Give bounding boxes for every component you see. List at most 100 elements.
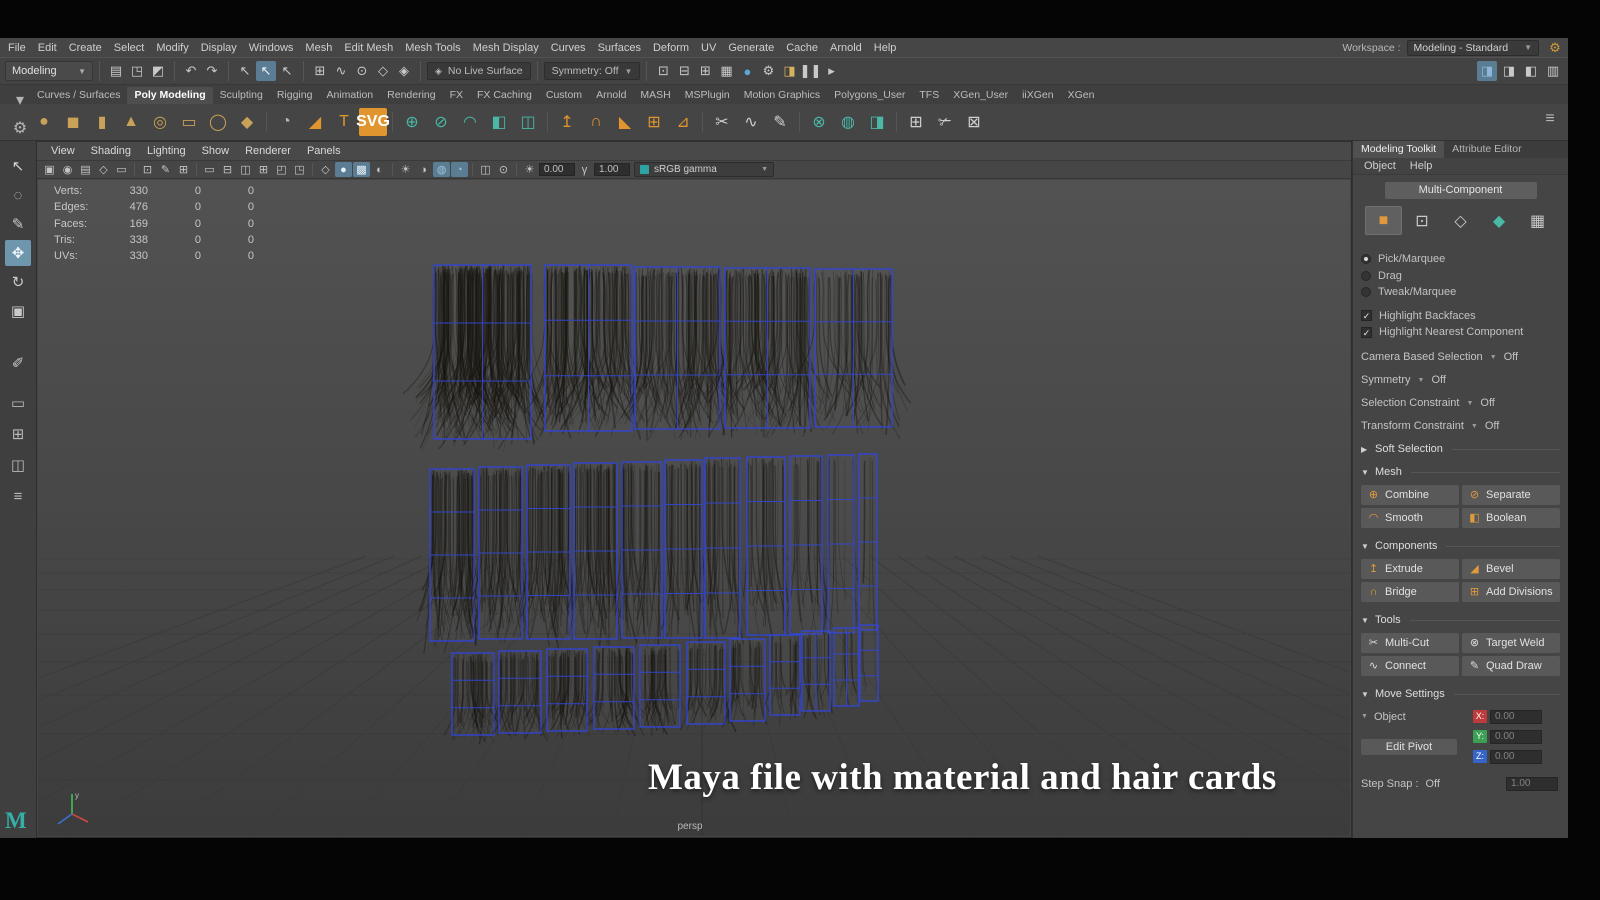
menu-file[interactable]: File xyxy=(2,40,32,56)
checkbox-highlight-nearest-component[interactable]: ✓ Highlight Nearest Component xyxy=(1361,324,1560,341)
ipr-render-icon[interactable]: ● xyxy=(737,61,757,81)
menu-mesh-tools[interactable]: Mesh Tools xyxy=(399,40,466,56)
bookmark-icon[interactable]: ◇ xyxy=(95,162,112,177)
multi-component-button[interactable]: Multi-Component xyxy=(1384,182,1537,199)
bevel-shelf-icon[interactable]: ◢ xyxy=(301,108,329,136)
paint-select-tool-icon[interactable]: ✎ xyxy=(5,211,31,237)
shelf-tab-poly-modeling[interactable]: Poly Modeling xyxy=(127,87,213,104)
shelf-tab-rigging[interactable]: Rigging xyxy=(270,87,320,104)
uv-mode-icon[interactable]: ▦ xyxy=(1519,206,1556,235)
face-mode-icon[interactable]: ◆ xyxy=(1481,206,1518,235)
combine-button[interactable]: ⊕ Combine xyxy=(1361,484,1459,505)
symmetry-dropdown[interactable]: Symmetry ▼ Off xyxy=(1361,369,1560,392)
poly-plane-icon[interactable]: ▭ xyxy=(175,108,203,136)
poly-platonic-icon[interactable]: ◆ xyxy=(233,108,261,136)
reduce-icon[interactable]: ◨ xyxy=(863,108,891,136)
camera-attributes-icon[interactable]: ▤ xyxy=(77,162,94,177)
render-view-icon[interactable]: ⊡ xyxy=(653,61,673,81)
move-tool-icon[interactable]: ✥ xyxy=(5,240,31,266)
shelf-tab-tfs[interactable]: TFS xyxy=(912,87,946,104)
shelf-tab-fx-caching[interactable]: FX Caching xyxy=(470,87,539,104)
menu-deform[interactable]: Deform xyxy=(647,40,695,56)
perspective-viewport[interactable]: View Shading Lighting Show Renderer Panels ▣ ◉… xyxy=(36,141,1352,838)
separate-button[interactable]: ⊘ Separate xyxy=(1462,484,1560,505)
lighting-icon[interactable]: ☀ xyxy=(397,162,414,177)
select-tool-icon[interactable]: ↖ xyxy=(5,153,31,179)
poly-cone-icon[interactable]: ▲ xyxy=(117,108,145,136)
menu-create[interactable]: Create xyxy=(63,40,108,56)
single-pane-layout-icon[interactable]: ▭ xyxy=(5,390,31,416)
svg-icon[interactable]: SVG xyxy=(356,108,390,136)
wedge-icon[interactable]: ⊿ xyxy=(669,108,697,136)
selection-constraint-dropdown[interactable]: Selection Constraint ▼ Off xyxy=(1361,392,1560,415)
symmetry-selector[interactable]: Symmetry: Off ▼ xyxy=(543,62,641,80)
lattice-icon[interactable]: ⊞ xyxy=(902,108,930,136)
menu-generate[interactable]: Generate xyxy=(722,40,780,56)
safe-title-icon[interactable]: ◳ xyxy=(291,162,308,177)
shelf-tab-arnold[interactable]: Arnold xyxy=(589,87,633,104)
viewport-canvas[interactable]: Verts: 330 0 0 Edges: 476 0 0 Faces: 169 0 0 Tris: 33… xyxy=(38,180,1350,836)
shadows-icon[interactable]: ◑ xyxy=(415,162,432,177)
toggle-attribute-editor-icon[interactable]: ◨ xyxy=(1499,61,1519,81)
multi-cut-button[interactable]: ✂ Multi-Cut xyxy=(1361,632,1459,653)
field-chart-icon[interactable]: ⊞ xyxy=(255,162,272,177)
shelf-tab-fx[interactable]: FX xyxy=(443,87,470,104)
gate-mask-icon[interactable]: ◫ xyxy=(237,162,254,177)
toolkit-menu-help[interactable]: Help xyxy=(1403,159,1440,173)
gamma-field[interactable]: 1.00 xyxy=(594,163,630,176)
edge-mode-icon[interactable]: ◇ xyxy=(1442,206,1479,235)
select-hierarchy-icon[interactable]: ↖ xyxy=(277,61,297,81)
interactive-playback-icon[interactable]: ▸ xyxy=(821,61,841,81)
make-live-icon[interactable]: ◈ xyxy=(394,61,414,81)
cut-faces-icon[interactable]: ✃ xyxy=(931,108,959,136)
menu-set-selector[interactable]: Modeling ▼ xyxy=(5,61,93,81)
texture-view-icon[interactable]: ▦ xyxy=(716,61,736,81)
shelf-tab-xgen-user[interactable]: XGen_User xyxy=(946,87,1015,104)
exposure-field[interactable]: 0.00 xyxy=(539,163,575,176)
object-mode-icon[interactable]: ■ xyxy=(1365,206,1402,235)
camera-based-selection-dropdown[interactable]: Camera Based Selection ▼ Off xyxy=(1361,346,1560,369)
menu-uv[interactable]: UV xyxy=(695,40,722,56)
shelf-tab-mash[interactable]: MASH xyxy=(633,87,677,104)
snap-plane-icon[interactable]: ◇ xyxy=(373,61,393,81)
shelf-tab-polygons-user[interactable]: Polygons_User xyxy=(827,87,912,104)
panel-menu-panels[interactable]: Panels xyxy=(299,144,349,158)
translate-z-field[interactable]: 0.00 xyxy=(1490,749,1542,764)
redo-icon[interactable]: ↷ xyxy=(202,61,222,81)
shelf-gear-icon[interactable]: ⚙ xyxy=(6,114,34,142)
quad-draw-button[interactable]: ✎ Quad Draw xyxy=(1462,655,1560,676)
toolkit-menu-object[interactable]: Object xyxy=(1357,159,1403,173)
add-divisions-shelf-icon[interactable]: ⊞ xyxy=(640,108,668,136)
poly-cube-icon[interactable]: ◼ xyxy=(59,108,87,136)
panel-menu-lighting[interactable]: Lighting xyxy=(139,144,194,158)
poly-torus-icon[interactable]: ◎ xyxy=(146,108,174,136)
smooth-mesh-icon[interactable]: ◍ xyxy=(834,108,862,136)
textured-mode-icon[interactable]: ▩ xyxy=(353,162,370,177)
new-scene-icon[interactable]: ▤ xyxy=(106,61,126,81)
move-axis-selector[interactable]: ▼ Object xyxy=(1361,708,1465,726)
extrude-shelf-icon[interactable]: ↥ xyxy=(553,108,581,136)
snap-curve-icon[interactable]: ∿ xyxy=(331,61,351,81)
target-weld-button[interactable]: ⊗ Target Weld xyxy=(1462,632,1560,653)
snap-point-icon[interactable]: ⊙ xyxy=(352,61,372,81)
open-scene-icon[interactable]: ◳ xyxy=(127,61,147,81)
extrude-button[interactable]: ↥ Extrude xyxy=(1361,558,1459,579)
bridge-shelf-icon[interactable]: ∩ xyxy=(582,108,610,136)
menu-cache[interactable]: Cache xyxy=(780,40,824,56)
edit-pivot-button[interactable]: Edit Pivot xyxy=(1361,738,1457,755)
vertex-mode-icon[interactable]: ⊡ xyxy=(1404,206,1441,235)
boolean-button[interactable]: ◧ Boolean xyxy=(1462,507,1560,528)
bridge-button[interactable]: ∩ Bridge xyxy=(1361,581,1459,602)
menu-modify[interactable]: Modify xyxy=(150,40,194,56)
menu-mesh[interactable]: Mesh xyxy=(299,40,338,56)
snap-grid-icon[interactable]: ⊞ xyxy=(310,61,330,81)
menu-display[interactable]: Display xyxy=(195,40,243,56)
exposure-icon[interactable]: ☀ xyxy=(521,162,538,177)
mesh-section-header[interactable]: ▼ Mesh xyxy=(1361,461,1560,484)
toggle-tool-settings-icon[interactable]: ◧ xyxy=(1521,61,1541,81)
translate-x-field[interactable]: 0.00 xyxy=(1490,709,1542,724)
toggle-channel-box-icon[interactable]: ▥ xyxy=(1543,61,1563,81)
render-region-icon[interactable]: ⊟ xyxy=(674,61,694,81)
gamma-icon[interactable]: γ xyxy=(576,162,593,177)
poly-sphere-icon[interactable]: ● xyxy=(30,108,58,136)
